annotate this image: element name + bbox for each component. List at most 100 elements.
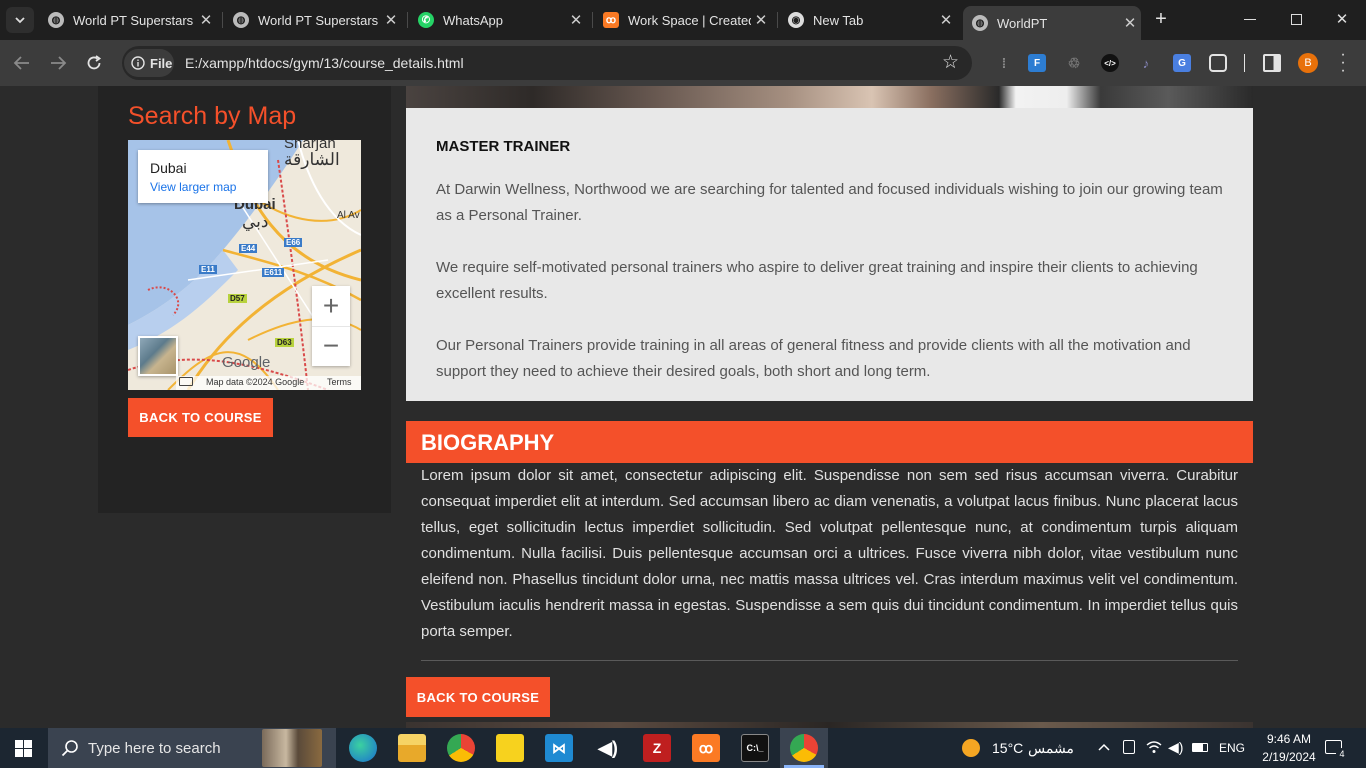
side-panel-icon[interactable] [1263, 54, 1281, 72]
restore-icon[interactable] [1291, 14, 1302, 25]
extension-divider-icon: ⁞ [1001, 55, 1007, 71]
close-icon[interactable]: ✕ [196, 11, 216, 29]
window-close-icon[interactable]: ✕ [1334, 10, 1350, 30]
vscode-icon[interactable]: ⋈ [545, 734, 573, 762]
xampp-icon[interactable]: ꝏ [692, 734, 720, 762]
web-page: Search by Map Sharjah الشارقة Dubai دبي … [0, 86, 1366, 728]
close-icon[interactable]: ✕ [1120, 14, 1140, 32]
keyboard-icon[interactable] [179, 377, 193, 386]
tab-new-tab[interactable]: ◉ New Tab ✕ [788, 0, 956, 40]
chrome-icon: ◉ [788, 12, 804, 28]
embedded-map[interactable]: Sharjah الشارقة Dubai دبي Al Av E44 E66 … [128, 140, 361, 390]
trainer-paragraph: We require self-motivated personal train… [436, 259, 1198, 302]
wifi-icon[interactable] [1146, 740, 1162, 754]
chrome-profile-icon[interactable] [447, 734, 475, 762]
forward-arrow-icon[interactable] [49, 55, 67, 71]
map-terms-link[interactable]: Terms [327, 377, 352, 387]
tab-world-pt-1[interactable]: ◍ World PT Superstars ✕ [48, 0, 216, 40]
chrome-active-icon[interactable] [790, 734, 818, 762]
map-label-sharjah-ar: الشارقة [284, 150, 340, 169]
globe-icon: ◍ [233, 12, 249, 28]
trainer-paragraph: At Darwin Wellness, Northwood we are sea… [436, 181, 1223, 224]
chevron-up-icon[interactable] [1098, 742, 1110, 752]
speaker-app-icon[interactable]: ◀) [594, 734, 622, 762]
new-tab-button[interactable]: + [1150, 8, 1172, 30]
battery-icon[interactable] [1192, 743, 1208, 752]
close-icon[interactable]: ✕ [566, 11, 586, 29]
road-shield-d57: D57 [228, 294, 247, 303]
biography-heading: BIOGRAPHY [421, 430, 555, 455]
menu-kebab-icon[interactable]: · · · [1337, 47, 1349, 79]
puzzle-extensions-icon[interactable] [1209, 54, 1227, 72]
back-arrow-icon[interactable] [13, 55, 31, 71]
sticky-notes-icon[interactable] [496, 734, 524, 762]
road-shield-d63: D63 [275, 338, 294, 347]
recycle-extension-icon[interactable]: ♲ [1065, 54, 1083, 72]
translate-extension-icon[interactable]: F [1028, 54, 1046, 72]
tab-title: New Tab [813, 12, 864, 28]
tab-title: World PT Superstars [258, 12, 379, 28]
site-info-chip[interactable]: File [124, 49, 174, 77]
terminal-icon[interactable]: C:\_ [741, 734, 769, 762]
weather-temperature[interactable]: 15°C [992, 740, 1023, 756]
search-highlight-illustration [262, 729, 322, 767]
scheme-label: File [150, 55, 173, 71]
search-icon [61, 740, 78, 757]
google-logo: Google [222, 354, 271, 371]
windows-start-icon[interactable] [15, 740, 32, 757]
tab-workspace[interactable]: ꝏ Work Space | Created ✕ [603, 0, 771, 40]
meet-now-icon[interactable] [1123, 740, 1135, 754]
url-text[interactable]: E:/xampp/htdocs/gym/13/course_details.ht… [185, 55, 464, 71]
tab-whatsapp[interactable]: ✆ WhatsApp ✕ [418, 0, 586, 40]
google-translate-icon[interactable]: G [1173, 54, 1191, 72]
file-explorer-icon[interactable] [398, 734, 426, 762]
code-extension-icon[interactable]: </> [1101, 54, 1119, 72]
tab-title: Work Space | Created [628, 12, 751, 28]
road-shield-e611: E611 [262, 268, 285, 277]
back-to-course-button-sidebar[interactable]: BACK TO COURSE [128, 398, 273, 437]
globe-icon: ◍ [972, 15, 988, 31]
audio-extension-icon[interactable]: ♪ [1137, 54, 1155, 72]
xampp-icon: ꝏ [603, 12, 619, 28]
tab-worldpt-content[interactable]: ◍ WorldPT ✕ [972, 3, 1140, 43]
minimize-icon[interactable] [1244, 19, 1256, 20]
biography-divider [421, 660, 1238, 661]
globe-icon: ◍ [48, 12, 64, 28]
close-icon[interactable]: ✕ [381, 11, 401, 29]
weather-description[interactable]: مشمس [1028, 740, 1074, 757]
map-info-card [138, 150, 268, 203]
tab-separator [222, 12, 223, 28]
input-language[interactable]: ENG [1219, 741, 1245, 755]
notification-count-badge: 4 [1336, 748, 1348, 760]
chevron-down-icon [15, 17, 25, 24]
tab-title: World PT Superstars [73, 12, 194, 28]
weather-sun-icon[interactable] [962, 739, 980, 757]
satellite-toggle[interactable] [138, 336, 178, 376]
road-shield-e11: E11 [199, 265, 217, 274]
clock-date[interactable]: 2/19/2024 [1252, 750, 1326, 764]
taskbar-search-placeholder: Type here to search [88, 740, 221, 757]
volume-icon[interactable]: ◀) [1168, 739, 1183, 756]
zoom-in-button[interactable]: + [312, 286, 350, 326]
close-icon[interactable]: ✕ [751, 11, 771, 29]
profile-avatar[interactable]: B [1298, 53, 1318, 73]
reload-icon[interactable] [85, 54, 103, 72]
road-shield-e44: E44 [239, 244, 258, 253]
whatsapp-icon: ✆ [418, 12, 434, 28]
close-icon[interactable]: ✕ [936, 11, 956, 29]
info-icon [131, 56, 145, 70]
tab-search-button[interactable] [6, 7, 34, 33]
tab-world-pt-2[interactable]: ◍ World PT Superstars ✕ [233, 0, 401, 40]
tab-title: WorldPT [997, 15, 1048, 31]
tab-title: WhatsApp [443, 12, 503, 28]
tab-separator [407, 12, 408, 28]
filezilla-icon[interactable]: Z [643, 734, 671, 762]
trainer-heading: MASTER TRAINER [436, 138, 571, 155]
edge-icon[interactable] [349, 734, 377, 762]
zoom-out-button[interactable]: − [312, 326, 350, 366]
bookmark-star-icon[interactable]: ☆ [942, 51, 959, 74]
map-heading: Search by Map [128, 102, 297, 130]
back-to-course-button-main[interactable]: BACK TO COURSE [406, 677, 550, 717]
view-larger-map-link[interactable]: View larger map [150, 180, 236, 194]
clock-time[interactable]: 9:46 AM [1258, 732, 1320, 746]
